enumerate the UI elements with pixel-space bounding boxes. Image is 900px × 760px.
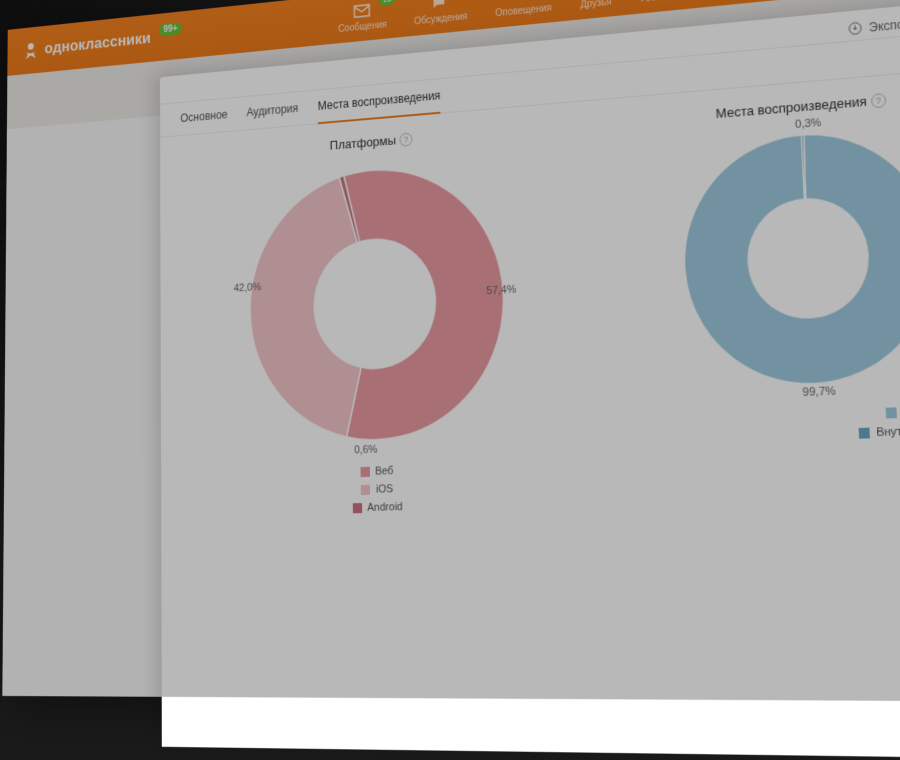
pct-embedded: 99,7%: [802, 385, 836, 399]
pct-internal: 0,3%: [795, 117, 822, 131]
ok-logo-icon: [22, 40, 40, 61]
chart-locations: Места воспроизведения? 99,7% 0,3% Встрое…: [583, 80, 900, 509]
chat-icon: [430, 0, 451, 13]
swatch: [361, 485, 370, 495]
nav-label: Гости: [641, 0, 666, 4]
legend-label: Внутренние просмотры: [876, 422, 900, 439]
nav-badge: 12: [379, 0, 395, 6]
swatch: [352, 503, 361, 513]
nav-label: Сообщения: [338, 19, 387, 34]
legend-item-internal: Внутренние просмотры: [859, 422, 900, 440]
tab-audience[interactable]: Аудитория: [246, 101, 298, 129]
stats-card: Экспортировать статистику Основное Аудит…: [160, 0, 900, 760]
swatch: [885, 407, 896, 418]
legend-label: Android: [367, 501, 403, 514]
donut-locations: 99,7% 0,3%: [669, 114, 900, 400]
brand-logo[interactable]: одноклассники 99+: [22, 25, 182, 61]
help-icon[interactable]: ?: [871, 93, 887, 109]
help-icon[interactable]: ?: [400, 132, 413, 146]
legend-platforms: Веб iOS Android: [182, 459, 586, 518]
legend-label: Веб: [375, 465, 394, 478]
legend-item-ios: iOS: [361, 483, 393, 496]
tab-general[interactable]: Основное: [180, 108, 227, 135]
legend-locations: Встроенное видео Внутренние просмотры: [593, 400, 900, 448]
pct-ios: 42,0%: [234, 281, 262, 294]
export-label: Экспортировать статистику: [868, 5, 900, 35]
pct-android: 0,6%: [354, 444, 377, 457]
legend-item-android: Android: [352, 501, 402, 514]
legend-label: iOS: [376, 483, 393, 496]
nav-guests[interactable]: Гости: [640, 0, 666, 4]
device-screen: одноклассники 99+ 12 Сообщения 2 Обсужде…: [2, 0, 900, 702]
nav-label: Оповещения: [495, 2, 552, 18]
legend-item-web: Веб: [360, 465, 393, 478]
legend-item-embedded: Встроенное видео: [885, 402, 900, 419]
donut-platforms: 57,4% 42,0% 0,6%: [238, 148, 519, 457]
envelope-icon: [352, 0, 372, 21]
pct-web: 57,4%: [486, 284, 516, 298]
nav-label: Обсуждения: [414, 11, 468, 27]
swatch: [360, 467, 369, 477]
nav-friends[interactable]: 23 Друзья: [579, 0, 611, 10]
swatch: [859, 428, 870, 439]
chart-title-text: Места воспроизведения: [715, 93, 867, 121]
chart-title-text: Платформы: [330, 133, 396, 153]
brand-name: одноклассники: [44, 29, 150, 58]
chart-platforms: Платформы? 57,4% 42,0% 0,6% Веб iOS Andr…: [181, 118, 586, 518]
export-icon: [846, 20, 862, 37]
nav-messages[interactable]: 12 Сообщения: [338, 0, 387, 34]
nav-label: Друзья: [580, 0, 612, 10]
brand-badge: 99+: [159, 22, 182, 36]
nav-notifications[interactable]: Оповещения: [495, 0, 552, 19]
nav-discussions[interactable]: 2 Обсуждения: [413, 0, 467, 27]
